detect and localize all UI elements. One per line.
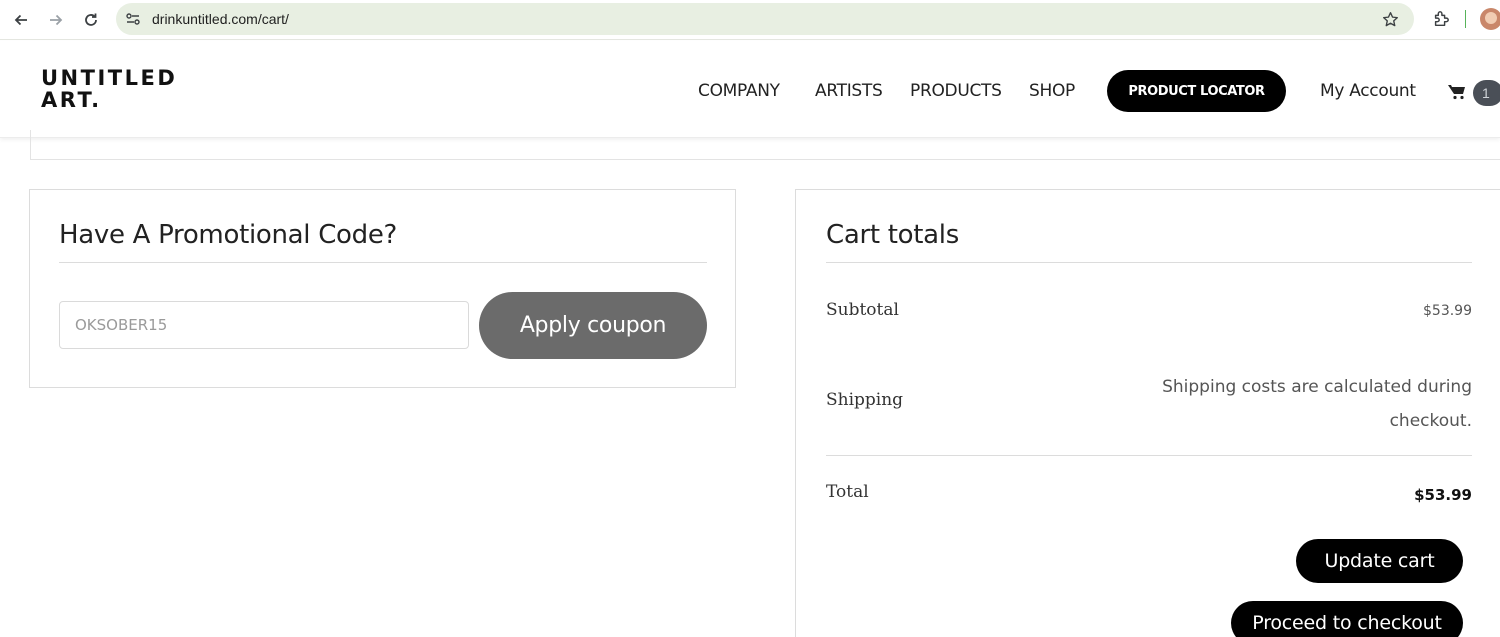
- nav-products[interactable]: PRODUCTS: [910, 81, 1002, 101]
- coupon-code-input[interactable]: [59, 301, 469, 349]
- nav-company[interactable]: COMPANY: [698, 81, 780, 101]
- toolbar-divider: [1465, 10, 1466, 28]
- forward-arrow-icon[interactable]: [42, 6, 70, 34]
- address-bar[interactable]: drinkuntitled.com/cart/: [116, 3, 1414, 35]
- subtotal-label: Subtotal: [826, 300, 899, 320]
- extensions-puzzle-icon[interactable]: [1428, 6, 1454, 32]
- back-arrow-icon[interactable]: [7, 6, 35, 34]
- url-text: drinkuntitled.com/cart/: [152, 11, 289, 27]
- profile-avatar[interactable]: [1480, 8, 1500, 30]
- bookmark-star-icon[interactable]: [1380, 9, 1400, 29]
- promo-code-panel: Have A Promotional Code? Apply coupon: [29, 189, 736, 388]
- shipping-value: Shipping costs are calculated during che…: [1162, 377, 1472, 431]
- subtotal-value: $53.99: [1423, 303, 1472, 319]
- cart-table-bottom-edge: [30, 130, 1500, 160]
- browser-toolbar: drinkuntitled.com/cart/: [0, 0, 1500, 40]
- total-divider: [826, 455, 1472, 456]
- nav-artists[interactable]: ARTISTS: [815, 81, 883, 101]
- promo-title: Have A Promotional Code?: [59, 220, 398, 250]
- cart-totals-panel: Cart totals Subtotal $53.99 Shipping Shi…: [795, 189, 1500, 637]
- promo-divider: [59, 262, 707, 263]
- logo-line-1: UNTITLED: [41, 66, 178, 90]
- shipping-label: Shipping: [826, 390, 904, 410]
- total-label: Total: [826, 482, 869, 502]
- site-logo[interactable]: UNTITLED ART.: [41, 67, 177, 111]
- product-locator-button[interactable]: PRODUCT LOCATOR: [1107, 70, 1286, 112]
- logo-line-2: ART.: [41, 88, 102, 112]
- reload-icon[interactable]: [77, 6, 105, 34]
- update-cart-button[interactable]: Update cart: [1296, 539, 1463, 583]
- cart-count-badge[interactable]: 1: [1473, 80, 1500, 106]
- total-value: $53.99: [1414, 486, 1472, 504]
- totals-divider: [826, 262, 1472, 263]
- nav-shop[interactable]: SHOP: [1029, 81, 1075, 101]
- cart-totals-title: Cart totals: [826, 220, 959, 250]
- cart-icon[interactable]: [1448, 84, 1466, 100]
- apply-coupon-button[interactable]: Apply coupon: [479, 292, 707, 359]
- site-info-icon[interactable]: [124, 10, 142, 28]
- site-header: UNTITLED ART. COMPANY ARTISTS PRODUCTS S…: [0, 41, 1500, 138]
- proceed-to-checkout-button[interactable]: Proceed to checkout: [1231, 601, 1463, 637]
- my-account-link[interactable]: My Account: [1320, 81, 1416, 101]
